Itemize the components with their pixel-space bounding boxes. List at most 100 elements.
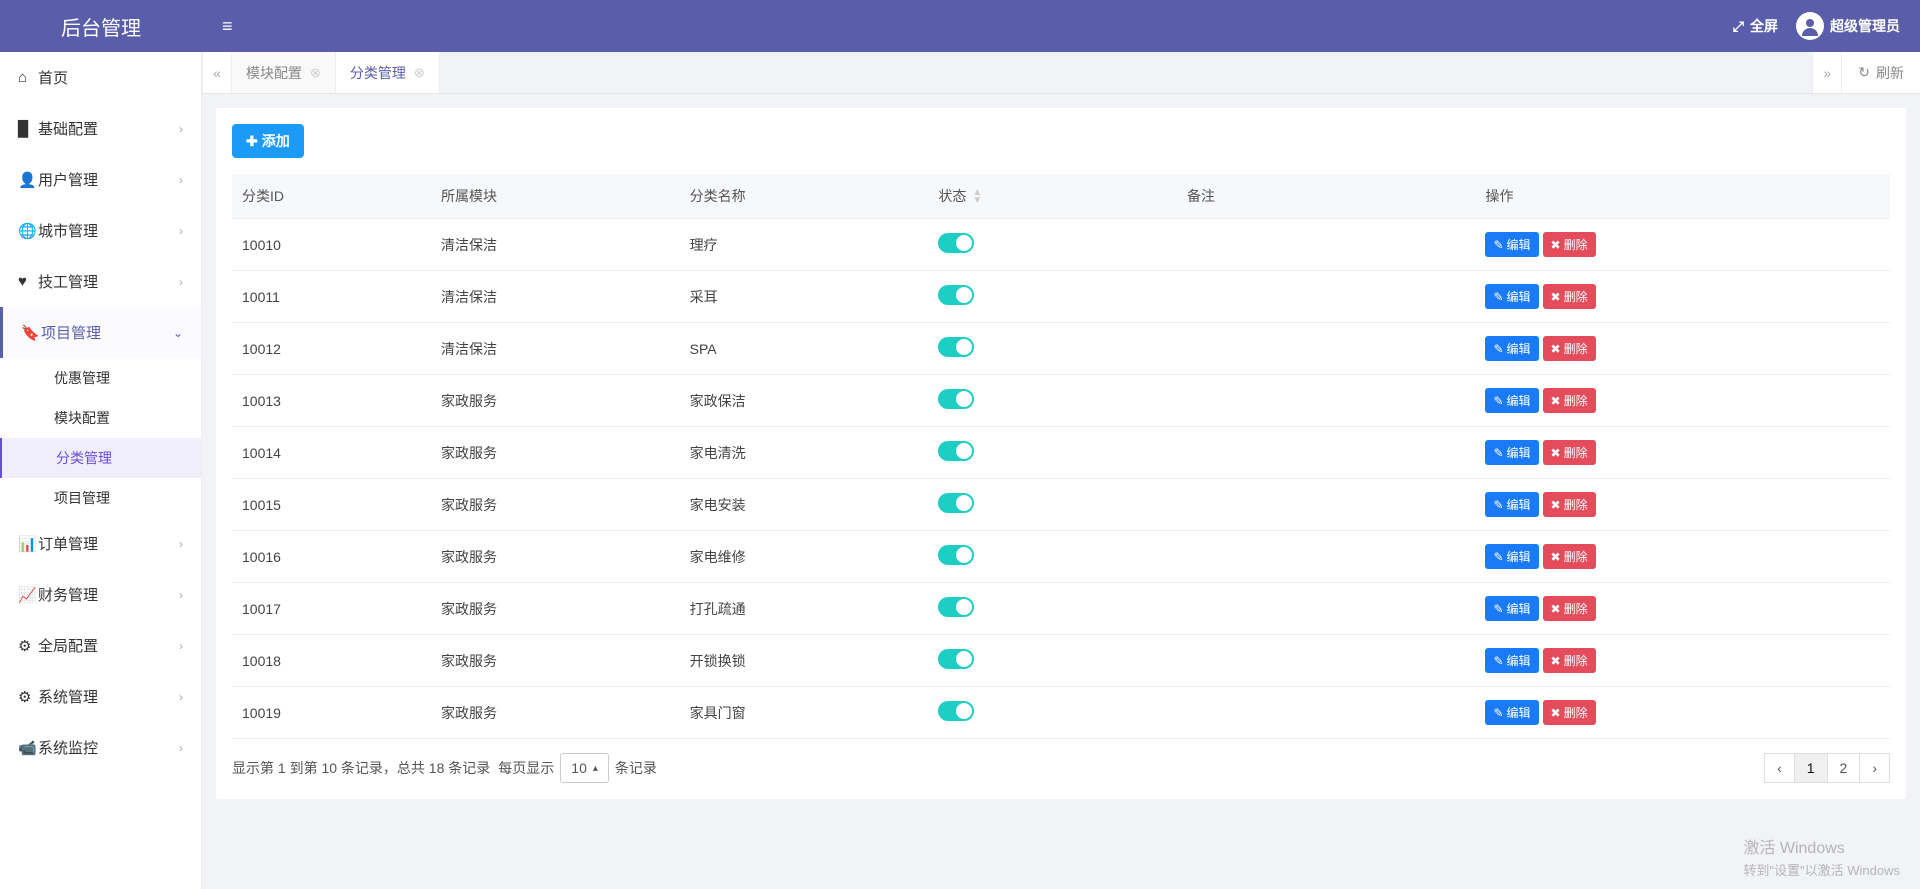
delete-button[interactable]: ✖删除: [1543, 388, 1596, 413]
close-icon[interactable]: ⊗: [414, 65, 425, 81]
edit-button[interactable]: ✎编辑: [1485, 440, 1538, 465]
cell-remark: [1177, 687, 1475, 739]
edit-button[interactable]: ✎编辑: [1485, 492, 1538, 517]
status-toggle[interactable]: [938, 337, 974, 357]
sidebar-item-基础配置[interactable]: ▉基础配置›: [0, 103, 201, 154]
edit-button[interactable]: ✎编辑: [1485, 648, 1538, 673]
cell-module: 清洁保洁: [431, 219, 680, 271]
table-row: 10018家政服务开锁换锁✎编辑✖删除: [232, 635, 1890, 687]
chevron-down-icon: ⌄: [173, 326, 183, 340]
cell-id: 10013: [232, 375, 431, 427]
status-toggle[interactable]: [938, 233, 974, 253]
page-2[interactable]: 2: [1827, 753, 1861, 783]
delete-button[interactable]: ✖删除: [1543, 700, 1596, 725]
cell-status: [928, 479, 1177, 531]
sidebar-sub-优惠管理[interactable]: 优惠管理: [0, 358, 201, 398]
status-toggle[interactable]: [938, 701, 974, 721]
plus-icon: ✚: [246, 133, 258, 150]
fullscreen-button[interactable]: ⤢ 全屏: [1733, 16, 1778, 36]
tab-模块配置[interactable]: 模块配置⊗: [232, 52, 336, 93]
edit-button[interactable]: ✎编辑: [1485, 232, 1538, 257]
page-1[interactable]: 1: [1794, 753, 1828, 783]
chevron-right-icon: ›: [179, 588, 183, 602]
perpage-value: 10: [571, 760, 587, 776]
sidebar-item-系统监控[interactable]: 📹系统监控›: [0, 722, 201, 773]
cell-module: 家政服务: [431, 427, 680, 479]
delete-button[interactable]: ✖删除: [1543, 440, 1596, 465]
delete-button[interactable]: ✖删除: [1543, 232, 1596, 257]
cell-actions: ✎编辑✖删除: [1475, 635, 1890, 687]
table-body: 10010清洁保洁理疗✎编辑✖删除10011清洁保洁采耳✎编辑✖删除10012清…: [232, 219, 1890, 739]
table-row: 10012清洁保洁SPA✎编辑✖删除: [232, 323, 1890, 375]
close-icon[interactable]: ⊗: [310, 65, 321, 81]
sidebar-item-项目管理[interactable]: 🔖项目管理⌄: [0, 307, 201, 358]
edit-button[interactable]: ✎编辑: [1485, 284, 1538, 309]
sidebar-item-城市管理[interactable]: 🌐城市管理›: [0, 205, 201, 256]
status-toggle[interactable]: [938, 493, 974, 513]
add-button[interactable]: ✚ 添加: [232, 124, 304, 158]
avatar: [1796, 12, 1824, 40]
edit-button[interactable]: ✎编辑: [1485, 700, 1538, 725]
status-toggle[interactable]: [938, 545, 974, 565]
sidebar-sub-模块配置[interactable]: 模块配置: [0, 398, 201, 438]
cell-module: 家政服务: [431, 375, 680, 427]
edit-button[interactable]: ✎编辑: [1485, 336, 1538, 361]
sidebar-item-用户管理[interactable]: 👤用户管理›: [0, 154, 201, 205]
sidebar-item-财务管理[interactable]: 📈财务管理›: [0, 569, 201, 620]
edit-button[interactable]: ✎编辑: [1485, 596, 1538, 621]
delete-button[interactable]: ✖删除: [1543, 544, 1596, 569]
sidebar-item-技工管理[interactable]: ♥技工管理›: [0, 256, 201, 307]
sidebar-sub-项目管理[interactable]: 项目管理: [0, 478, 201, 518]
column-label: 分类ID: [242, 188, 284, 204]
cell-module: 家政服务: [431, 479, 680, 531]
sidebar: ⌂首页▉基础配置›👤用户管理›🌐城市管理›♥技工管理›🔖项目管理⌄优惠管理模块配…: [0, 0, 202, 889]
refresh-button[interactable]: ↻ 刷新: [1842, 52, 1920, 93]
delete-button[interactable]: ✖删除: [1543, 492, 1596, 517]
sidebar-item-label: 首页: [38, 67, 68, 88]
perpage-select[interactable]: 10 ▴: [560, 753, 609, 783]
sidebar-item-全局配置[interactable]: ⚙全局配置›: [0, 620, 201, 671]
status-toggle[interactable]: [938, 441, 974, 461]
status-toggle[interactable]: [938, 649, 974, 669]
delete-button[interactable]: ✖删除: [1543, 284, 1596, 309]
column-header: 分类名称: [680, 174, 929, 219]
times-icon: ✖: [1551, 498, 1561, 512]
page-›[interactable]: ›: [1859, 753, 1890, 783]
sidebar-item-label: 全局配置: [38, 635, 98, 656]
expand-icon: ⤢: [1733, 18, 1744, 35]
fullscreen-label: 全屏: [1750, 16, 1778, 36]
sidebar-item-系统管理[interactable]: ⚙系统管理›: [0, 671, 201, 722]
sidebar-item-首页[interactable]: ⌂首页: [0, 52, 201, 103]
column-header[interactable]: 状态▲▼: [928, 174, 1177, 219]
times-icon: ✖: [1551, 290, 1561, 304]
sidebar-item-订单管理[interactable]: 📊订单管理›: [0, 518, 201, 569]
table-row: 10019家政服务家具门窗✎编辑✖删除: [232, 687, 1890, 739]
status-toggle[interactable]: [938, 597, 974, 617]
cell-id: 10014: [232, 427, 431, 479]
tab-分类管理[interactable]: 分类管理⊗: [336, 52, 440, 93]
table-footer: 显示第 1 到第 10 条记录，总共 18 条记录 每页显示 10 ▴ 条记录 …: [232, 753, 1890, 783]
column-label: 操作: [1485, 188, 1513, 204]
angle-left-icon: «: [213, 65, 221, 81]
cell-id: 10018: [232, 635, 431, 687]
times-icon: ✖: [1551, 706, 1561, 720]
edit-icon: ✎: [1493, 706, 1503, 720]
table-row: 10013家政服务家政保洁✎编辑✖删除: [232, 375, 1890, 427]
hamburger-button[interactable]: ≡: [202, 16, 253, 37]
page-‹[interactable]: ‹: [1764, 753, 1795, 783]
user-menu[interactable]: 超级管理员: [1796, 12, 1900, 40]
tabs-scroll-left[interactable]: «: [202, 52, 232, 93]
tabs-scroll-right[interactable]: »: [1812, 52, 1842, 93]
cell-name: 开锁换锁: [680, 635, 929, 687]
sidebar-sub-分类管理[interactable]: 分类管理: [0, 438, 201, 478]
edit-button[interactable]: ✎编辑: [1485, 388, 1538, 413]
delete-button[interactable]: ✖删除: [1543, 596, 1596, 621]
status-toggle[interactable]: [938, 285, 974, 305]
delete-button[interactable]: ✖删除: [1543, 648, 1596, 673]
globe-icon: 🌐: [18, 222, 38, 240]
edit-button[interactable]: ✎编辑: [1485, 544, 1538, 569]
cell-status: [928, 531, 1177, 583]
chevron-right-icon: ›: [179, 224, 183, 238]
delete-button[interactable]: ✖删除: [1543, 336, 1596, 361]
status-toggle[interactable]: [938, 389, 974, 409]
